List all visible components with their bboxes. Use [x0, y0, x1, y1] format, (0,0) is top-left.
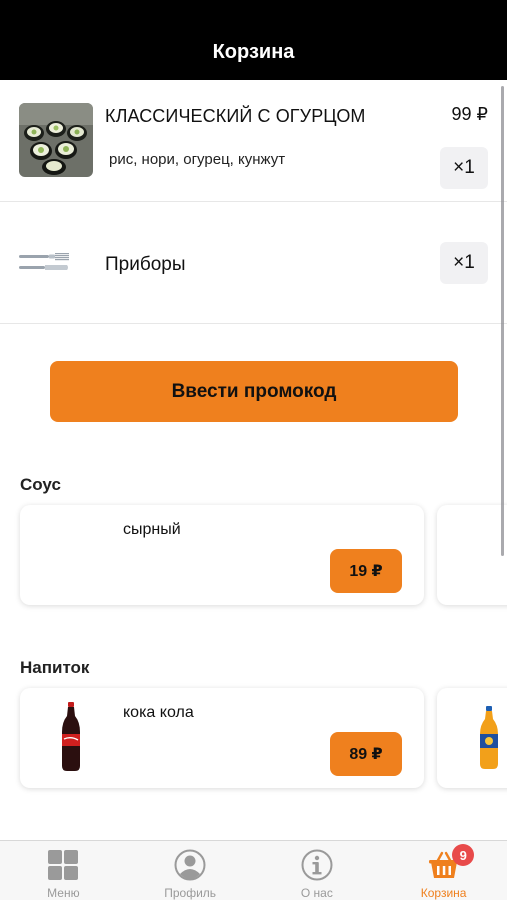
section-title-sauce: Соус [20, 475, 61, 494]
page-title: Корзина [212, 41, 295, 63]
product-card[interactable]: сырный 19 ₽ [20, 505, 424, 605]
quantity-button[interactable]: ×1 [440, 147, 488, 189]
tab-menu[interactable]: Меню [0, 841, 127, 900]
section-title-drink: Напиток [20, 658, 90, 677]
orange-soda-bottle-image [480, 706, 498, 769]
scrollbar[interactable] [501, 86, 504, 556]
cart-count-badge: 9 [452, 844, 475, 866]
item-name: КЛАССИЧЕСКИЙ С ОГУРЦОМ [105, 106, 366, 126]
item-name: Приборы [105, 254, 186, 275]
tab-about[interactable]: О нас [254, 841, 381, 900]
app-screen: Корзина КЛАССИЧЕСКИЙ С ОГУРЦОМ 99 ₽ рис,… [0, 0, 507, 900]
item-description: рис, нори, огурец, кунжут [109, 151, 286, 168]
product-name: кока кола [123, 704, 194, 721]
product-image [19, 103, 93, 177]
tab-label: О нас [300, 886, 333, 900]
promo-code-button[interactable]: Ввести промокод [50, 361, 458, 422]
cutlery-icon [19, 253, 69, 270]
tab-profile[interactable]: Профиль [127, 841, 254, 900]
cart-scroll-area[interactable]: КЛАССИЧЕСКИЙ С ОГУРЦОМ 99 ₽ рис, нори, о… [0, 80, 507, 840]
tab-label: Корзина [420, 886, 467, 900]
add-price-button[interactable]: 89 ₽ [330, 732, 402, 776]
product-card[interactable] [437, 688, 507, 788]
item-price: 99 ₽ [451, 104, 488, 124]
cola-bottle-image [62, 702, 80, 771]
product-card[interactable]: кока кола 89 ₽ [20, 688, 424, 788]
tab-label: Меню [47, 886, 80, 900]
product-card[interactable] [437, 505, 507, 605]
add-price-button[interactable]: 19 ₽ [330, 549, 402, 593]
tab-cart[interactable]: 9 Корзина [380, 841, 507, 900]
info-icon [301, 849, 333, 881]
quantity-button[interactable]: ×1 [440, 242, 488, 284]
grid-icon [48, 850, 79, 880]
profile-icon [174, 849, 206, 881]
tab-label: Профиль [164, 886, 217, 900]
nav-header: Корзина [0, 0, 507, 80]
tab-bar: Меню Профиль О нас 9 Корзина [0, 840, 507, 900]
cart-item[interactable]: КЛАССИЧЕСКИЙ С ОГУРЦОМ 99 ₽ рис, нори, о… [0, 80, 507, 202]
product-name: сырный [123, 521, 181, 538]
cart-item[interactable]: Приборы ×1 [0, 202, 507, 324]
